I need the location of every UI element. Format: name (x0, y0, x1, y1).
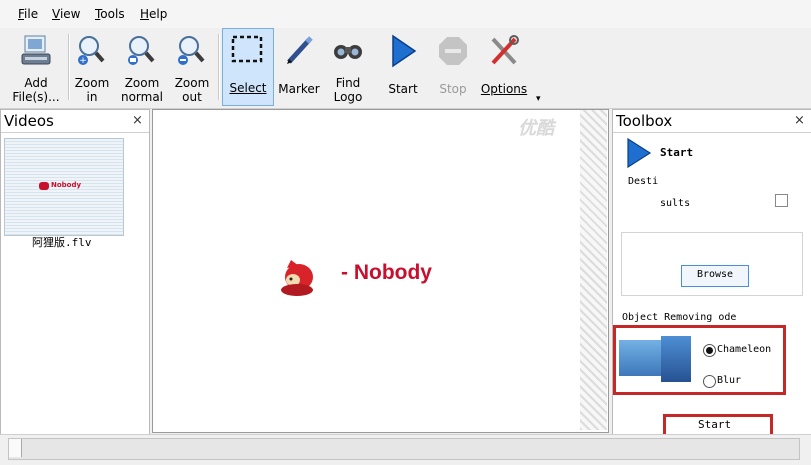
zoom-in-button[interactable]: + Zoom in (64, 30, 120, 104)
videos-panel-title: Videos (4, 112, 54, 130)
mode-highlight-box (613, 325, 786, 395)
play-icon (627, 137, 652, 169)
menu-bar: File View Tools Help (0, 0, 811, 29)
marker-tool-label: Marker (278, 82, 320, 96)
zoom-normal-icon (128, 36, 155, 65)
stop-label: Stop (439, 82, 467, 96)
destination-label: Desti (628, 176, 659, 187)
zoom-normal-button[interactable]: Zoom normal (114, 30, 170, 104)
results-checkbox[interactable] (775, 194, 788, 207)
videos-panel: Videos × Nobody 阿狸版.flv (0, 109, 150, 436)
add-files-button[interactable]: Add File(s)... (8, 30, 64, 104)
timeline-scrollbar[interactable] (8, 438, 800, 460)
menu-help[interactable]: Help (140, 7, 167, 21)
preview-hatched-margin (580, 110, 607, 430)
zoom-out-button[interactable]: Zoom out (164, 30, 220, 104)
add-files-label: Add File(s)... (12, 76, 60, 104)
panel-divider (613, 132, 811, 133)
select-rectangle-icon (231, 35, 263, 63)
toolbar-separator (218, 34, 220, 100)
toolbar-overflow-chevron[interactable]: ▾ (536, 94, 541, 104)
youku-watermark: 优酷 (518, 118, 554, 139)
zoom-in-icon: + (78, 36, 105, 66)
marker-tool-button[interactable]: Marker (271, 30, 327, 104)
browse-button[interactable]: Browse (681, 265, 749, 287)
preview-logo-text: - Nobody (341, 261, 432, 284)
menu-file[interactable]: File (18, 7, 38, 21)
find-logo-button[interactable]: Find Logo (320, 30, 376, 104)
start-label: Start (388, 82, 418, 96)
find-logo-label: Find Logo (333, 76, 363, 104)
play-icon (392, 34, 417, 68)
toolbar: Add File(s)... + Zoom in Zoom normal Zoo… (0, 28, 811, 109)
select-tool-button[interactable]: Select (222, 28, 274, 106)
svg-text:+: + (79, 56, 87, 66)
video-preview-canvas[interactable]: - Nobody 优酷 (152, 109, 609, 433)
options-button[interactable]: Options (476, 30, 532, 104)
mascot-icon (39, 182, 49, 190)
zoom-normal-label: Zoom normal (120, 76, 164, 104)
toolbox-title: Toolbox (616, 112, 673, 130)
add-files-icon (21, 35, 51, 65)
red-mascot-icon (281, 260, 313, 296)
stop-button[interactable]: Stop (425, 30, 481, 104)
select-tool-label: Select (229, 81, 267, 95)
menu-tools[interactable]: Tools (95, 7, 125, 21)
toolbox-start-button[interactable]: Start (698, 418, 731, 431)
start-button[interactable]: Start (375, 30, 431, 104)
thumbnail-logo-text: Nobody (51, 181, 82, 189)
marker-pen-icon (287, 36, 313, 64)
menu-view[interactable]: View (52, 7, 80, 21)
toolbox-start-label[interactable]: Start (660, 146, 693, 159)
video-file-name[interactable]: 阿狸版.flv (32, 234, 92, 250)
binoculars-icon (334, 45, 362, 59)
object-removing-mode-label: Object Removing ode (622, 312, 737, 323)
timeline-scroll-thumb[interactable] (9, 439, 22, 457)
zoom-in-label: Zoom in (74, 76, 110, 104)
options-label: Options (480, 82, 528, 96)
close-icon[interactable]: × (132, 113, 143, 128)
stop-icon (439, 37, 467, 65)
panel-divider (1, 132, 149, 133)
close-icon[interactable]: × (794, 113, 805, 128)
zoom-out-icon (178, 36, 205, 65)
tools-options-icon (491, 35, 519, 65)
zoom-out-label: Zoom out (174, 76, 210, 104)
video-thumbnail[interactable]: Nobody (4, 138, 124, 236)
results-label: sults (660, 198, 691, 209)
